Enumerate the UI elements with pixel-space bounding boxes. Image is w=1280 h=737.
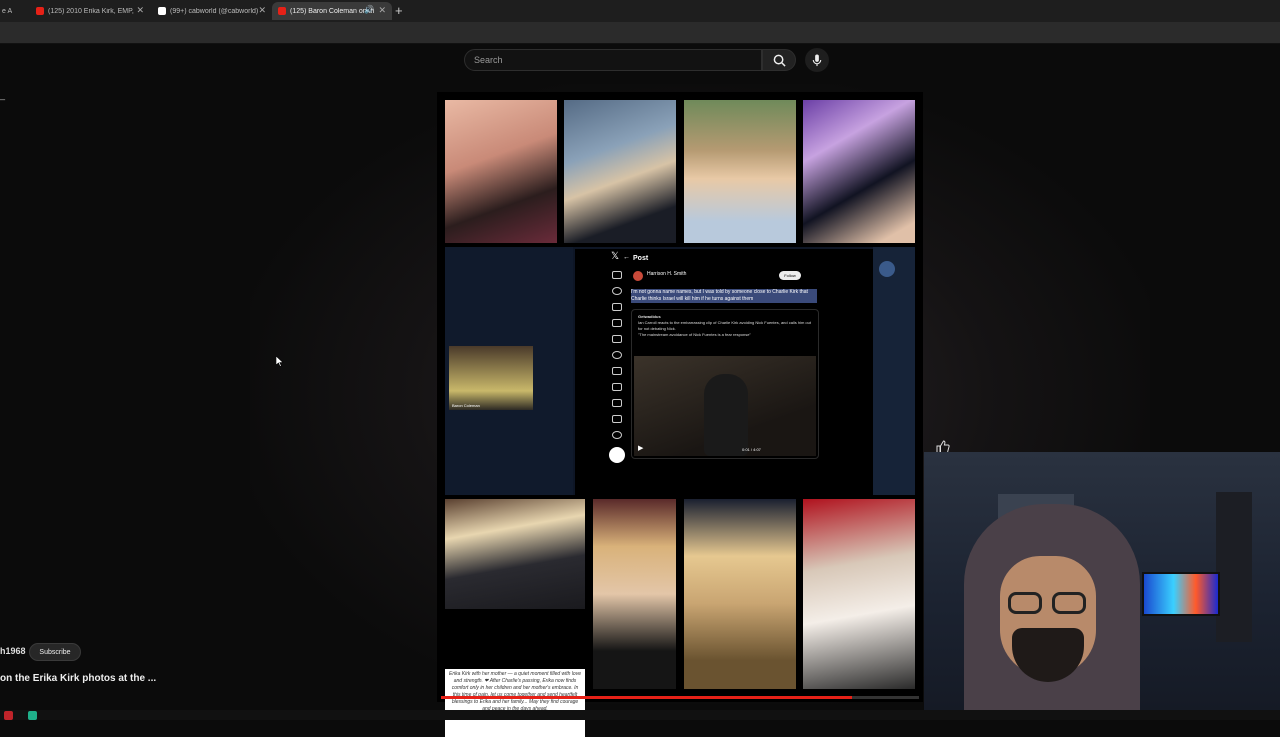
youtube-favicon-icon bbox=[278, 7, 286, 15]
tab-1[interactable]: (125) 2010 Erika Kirk, EMP, CIA ✕ bbox=[30, 2, 150, 20]
communities-icon bbox=[612, 399, 622, 407]
glasses-icon bbox=[1008, 592, 1090, 616]
photo-mother-daughter bbox=[445, 499, 585, 609]
embedded-x-post: Baron Coleman 𝕏 ← Post Harrison H. Smith… bbox=[445, 247, 915, 495]
explore-icon bbox=[612, 287, 622, 295]
decorative-circle-icon bbox=[879, 261, 895, 277]
more-icon bbox=[612, 431, 622, 439]
tab-0[interactable]: e A bbox=[0, 2, 28, 20]
quoted-post-body: Ian Carroll reacts to the embarrassing c… bbox=[638, 320, 811, 331]
tab-title: (99+) cabworld (@cabworld) | T bbox=[170, 7, 258, 15]
voice-search-button[interactable] bbox=[805, 48, 829, 72]
video-progress-bar[interactable] bbox=[441, 696, 919, 699]
mouse-cursor-icon bbox=[275, 354, 284, 372]
webcam-overlay bbox=[924, 452, 1280, 710]
home-icon bbox=[612, 271, 622, 279]
search-input[interactable]: Search bbox=[464, 49, 762, 71]
post-heading: Post bbox=[633, 255, 649, 262]
post-username: Harrison H. Smith bbox=[647, 271, 687, 277]
photo-couple-outdoors bbox=[684, 100, 796, 243]
search-placeholder: Search bbox=[474, 55, 503, 65]
tab-2[interactable]: (99+) cabworld (@cabworld) | T ✕ bbox=[152, 2, 272, 20]
post-background-left: Baron Coleman bbox=[445, 247, 573, 495]
x-logo-icon: 𝕏 bbox=[611, 251, 620, 262]
photo-caption: Erika Kirk with her mother — a quiet mom… bbox=[445, 669, 585, 737]
tab-title: e A bbox=[2, 7, 13, 15]
person-silhouette bbox=[704, 374, 748, 456]
tv-screen bbox=[1142, 572, 1220, 616]
tab-title: (125) Baron Coleman on th bbox=[290, 7, 375, 15]
photo-blonde-stage bbox=[684, 499, 796, 689]
channel-name[interactable]: h1968 bbox=[0, 646, 26, 656]
audio-playing-icon[interactable]: 🔊 bbox=[364, 5, 374, 14]
sidebar-fragment: _ bbox=[0, 90, 6, 100]
quoted-post-text: Getwadidus Ian Carroll reacts to the emb… bbox=[638, 314, 814, 338]
photo-couple-red-dress bbox=[445, 100, 557, 243]
search-button[interactable] bbox=[762, 49, 796, 71]
new-tab-icon[interactable]: + bbox=[395, 3, 403, 18]
x-post-frame: 𝕏 ← Post Harrison H. Smith Follow I'm no… bbox=[575, 249, 873, 495]
browser-toolbar bbox=[0, 22, 1280, 44]
messages-icon bbox=[612, 335, 622, 343]
photo-couple-stage bbox=[803, 100, 915, 243]
app-icon-red[interactable] bbox=[4, 711, 13, 720]
bookshelf bbox=[1216, 492, 1252, 642]
webcam-inset-label: Baron Coleman bbox=[452, 403, 480, 408]
video-progress-fill bbox=[441, 696, 853, 699]
grok-icon bbox=[612, 351, 622, 359]
subscribe-button[interactable]: Subscribe bbox=[29, 643, 81, 661]
video-title[interactable]: on the Erika Kirk photos at the ... bbox=[0, 673, 156, 684]
app-icon-green[interactable] bbox=[28, 711, 37, 720]
video-player[interactable]: Baron Coleman 𝕏 ← Post Harrison H. Smith… bbox=[437, 92, 923, 737]
avatar bbox=[633, 271, 643, 281]
premium-icon bbox=[612, 367, 622, 375]
photo-couple-tuxedo bbox=[564, 100, 676, 243]
tab-title: (125) 2010 Erika Kirk, EMP, CIA bbox=[48, 7, 136, 15]
close-icon[interactable]: ✕ bbox=[378, 5, 386, 16]
close-icon[interactable]: ✕ bbox=[136, 5, 144, 16]
quoted-video-thumbnail: ▶ 0:01 / 4:07 bbox=[634, 356, 816, 456]
post-compose-icon bbox=[609, 447, 625, 463]
microphone-icon bbox=[812, 53, 822, 66]
quoted-post-user: Getwadidus bbox=[638, 314, 661, 319]
post-text-highlighted: I'm not gonna name names, but I was told… bbox=[631, 289, 817, 303]
play-icon: ▶ bbox=[638, 445, 644, 452]
video-time: 0:01 / 4:07 bbox=[742, 447, 761, 452]
back-arrow-icon: ← bbox=[623, 254, 630, 261]
youtube-favicon-icon bbox=[36, 7, 44, 15]
follow-button: Follow bbox=[779, 271, 801, 280]
quoted-post-subtext: "The mainstream avoidance of Nick Fuente… bbox=[638, 332, 751, 337]
taskbar bbox=[0, 710, 1280, 720]
photo-blonde-podium bbox=[803, 499, 915, 689]
profile-icon bbox=[612, 415, 622, 423]
webcam-inset: Baron Coleman bbox=[449, 346, 533, 410]
bookmarks-icon bbox=[612, 383, 622, 391]
close-icon[interactable]: ✕ bbox=[258, 5, 266, 16]
quoted-post: Getwadidus Ian Carroll reacts to the emb… bbox=[631, 309, 819, 459]
tab-3-active[interactable]: (125) Baron Coleman on th 🔊 ✕ bbox=[272, 2, 392, 20]
browser-tab-strip: e A (125) 2010 Erika Kirk, EMP, CIA ✕ (9… bbox=[0, 0, 1280, 22]
x-nav-rail: 𝕏 bbox=[605, 249, 629, 495]
follow-icon bbox=[612, 319, 622, 327]
post-background-right bbox=[873, 247, 915, 495]
youtube-page: Search _ Baron Coleman 𝕏 ← Post Harrison… bbox=[0, 44, 1280, 737]
search-icon bbox=[773, 54, 786, 67]
photo-blonde-portrait bbox=[593, 499, 676, 689]
tiktok-favicon-icon bbox=[158, 7, 166, 15]
notifications-icon bbox=[612, 303, 622, 311]
